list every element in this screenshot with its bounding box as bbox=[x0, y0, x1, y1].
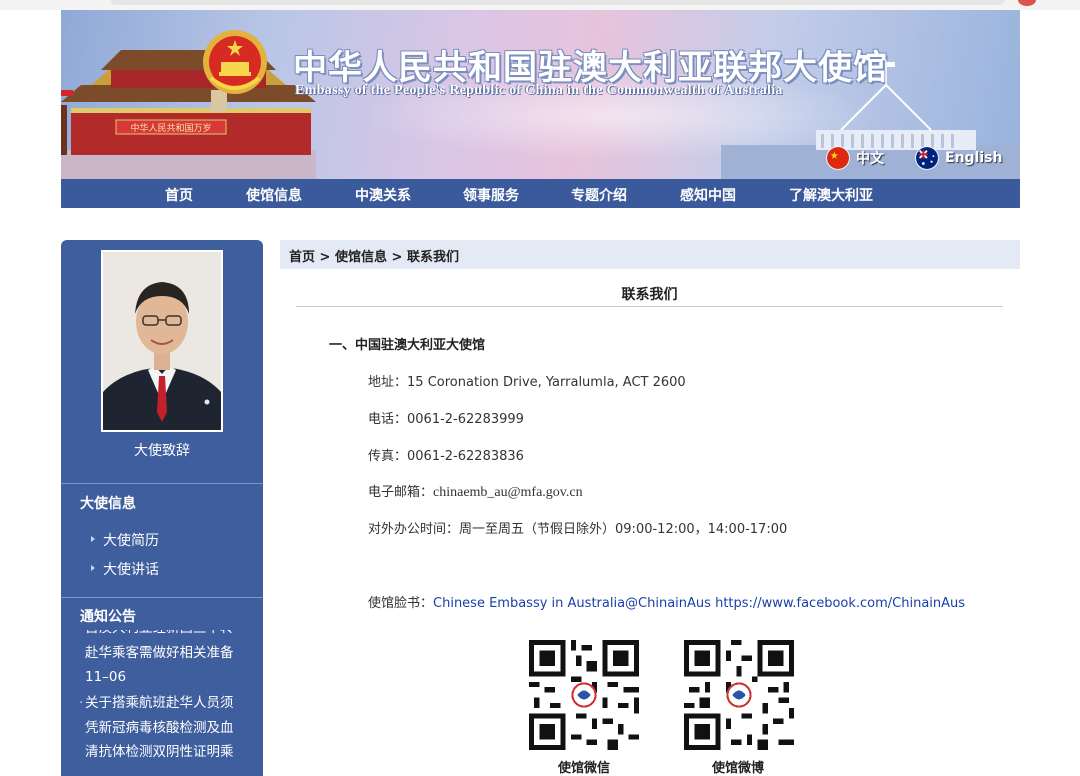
notice-line: 自澳大利亚经新西兰中转 bbox=[85, 630, 257, 641]
hours-value: 周一至周五（节假日除外）09:00-12:00，14:00-17:00 bbox=[459, 522, 788, 537]
email-label: 电子邮箱： bbox=[368, 485, 434, 500]
sidebar-divider bbox=[61, 483, 263, 484]
left-sidebar: 大使致辞 大使信息 大使简历 大使讲话 通知公告 · 自澳大利亚经新西兰中转 赴… bbox=[61, 240, 263, 776]
weibo-qr-code[interactable] bbox=[684, 640, 794, 750]
address-bar[interactable] bbox=[110, 0, 1005, 5]
notice-line: 关于搭乘航班赴华人员须 bbox=[85, 695, 234, 711]
browser-top-bar bbox=[0, 0, 1080, 10]
notice-line: 赴华乘客需做好相关准备 bbox=[85, 644, 234, 661]
sidebar-heading-notices: 通知公告 bbox=[80, 609, 136, 625]
breadcrumb-section[interactable]: 使馆信息 bbox=[335, 250, 387, 265]
hours-row: 对外办公时间：周一至周五（节假日除外）09:00-12:00，14:00-17:… bbox=[368, 518, 787, 537]
main-nav: 首页 使馆信息 中澳关系 领事服务 专题介绍 感知中国 了解澳大利亚 bbox=[61, 179, 1020, 208]
sidebar-link-speeches[interactable]: 大使讲话 bbox=[91, 559, 159, 579]
australia-flag-icon bbox=[915, 146, 939, 170]
hours-label: 对外办公时间： bbox=[368, 522, 460, 537]
facebook-name-link[interactable]: Chinese Embassy in Australia@ChinainAus bbox=[433, 596, 711, 611]
breadcrumb-home[interactable]: 首页 bbox=[289, 250, 315, 265]
facebook-url-link[interactable]: https://www.facebook.com/ChinainAus bbox=[715, 596, 965, 611]
weibo-qr-label: 使馆微博 bbox=[712, 761, 765, 776]
notice-line: 清抗体检测双阴性证明乘 bbox=[85, 744, 234, 760]
triangle-bullet-icon bbox=[91, 536, 95, 542]
national-emblem-icon bbox=[203, 30, 267, 94]
sidebar-link-speeches-label: 大使讲话 bbox=[103, 562, 159, 578]
wechat-qr-code[interactable] bbox=[529, 640, 639, 750]
address-row: 地址：15 Coronation Drive, Yarralumla, ACT … bbox=[368, 371, 686, 390]
address-label: 地址： bbox=[368, 375, 408, 390]
nav-relations[interactable]: 中澳关系 bbox=[355, 185, 411, 205]
site-banner: 中华人民共和国万岁 中华人民共和国驻澳大利亚联邦大使馆 Embassy of t… bbox=[61, 10, 1020, 180]
facebook-label: 使馆脸书： bbox=[368, 596, 434, 611]
china-flag-icon bbox=[826, 146, 850, 170]
nav-china[interactable]: 感知中国 bbox=[680, 185, 736, 205]
dot-bullet-icon: · bbox=[79, 695, 84, 711]
nav-embassy-info[interactable]: 使馆信息 bbox=[246, 185, 302, 205]
lang-en-label: English bbox=[945, 150, 1003, 166]
breadcrumb-current[interactable]: 联系我们 bbox=[407, 250, 459, 265]
ambassador-photo[interactable] bbox=[101, 250, 223, 432]
sidebar-link-resume[interactable]: 大使简历 bbox=[91, 530, 159, 550]
nav-australia[interactable]: 了解澳大利亚 bbox=[789, 185, 873, 205]
notice-list: · 自澳大利亚经新西兰中转 赴华乘客需做好相关准备 11–06 · 关于搭乘航班… bbox=[61, 630, 263, 776]
browser-record-icon[interactable] bbox=[1018, 0, 1036, 6]
phone-label: 电话： bbox=[368, 412, 408, 427]
fax-value: 0061-2-62283836 bbox=[407, 449, 524, 464]
phone-row: 电话：0061-2-62283999 bbox=[368, 408, 524, 427]
tiananmen-gate-icon: 中华人民共和国万岁 bbox=[61, 50, 316, 180]
fax-row: 传真：0061-2-62283836 bbox=[368, 445, 524, 464]
sidebar-heading-ambassador: 大使信息 bbox=[80, 496, 136, 512]
gate-sign: 中华人民共和国万岁 bbox=[130, 122, 211, 134]
fax-label: 传真： bbox=[368, 449, 408, 464]
facebook-row: 使馆脸书：Chinese Embassy in Australia@Chinai… bbox=[368, 592, 965, 611]
lang-switch-en[interactable]: English bbox=[915, 146, 1002, 170]
notice-date: 11–06 bbox=[85, 669, 127, 685]
nav-home[interactable]: 首页 bbox=[165, 185, 193, 205]
dot-bullet-icon: · bbox=[79, 630, 83, 641]
email-value[interactable]: chinaemb_au@mfa.gov.cn bbox=[433, 485, 583, 500]
breadcrumb-separator: > bbox=[386, 250, 407, 265]
nav-consular[interactable]: 领事服务 bbox=[463, 185, 519, 205]
ambassador-speech-link[interactable]: 大使致辞 bbox=[61, 440, 263, 460]
banner-title-en: Embassy of the People's Republic of Chin… bbox=[295, 83, 783, 98]
breadcrumb-separator: > bbox=[315, 250, 335, 265]
ambassador-portrait-icon bbox=[103, 252, 221, 430]
breadcrumb: 首页 > 使馆信息 > 联系我们 bbox=[280, 240, 1020, 269]
sidebar-link-resume-label: 大使简历 bbox=[103, 533, 159, 549]
email-row: 电子邮箱：chinaemb_au@mfa.gov.cn bbox=[368, 481, 583, 501]
title-divider bbox=[296, 306, 1003, 307]
section-heading: 一、中国驻澳大利亚大使馆 bbox=[329, 338, 486, 353]
phone-value: 0061-2-62283999 bbox=[407, 412, 524, 427]
address-value: 15 Coronation Drive, Yarralumla, ACT 260… bbox=[407, 375, 686, 390]
nav-topics[interactable]: 专题介绍 bbox=[571, 185, 627, 205]
notice-line: 凭新冠病毒核酸检测及血 bbox=[85, 719, 234, 736]
page-title: 联系我们 bbox=[621, 287, 678, 303]
wechat-qr-label: 使馆微信 bbox=[558, 761, 611, 776]
lang-cn-label: 中文 bbox=[856, 151, 884, 167]
triangle-bullet-icon bbox=[91, 565, 95, 571]
notice-item[interactable]: · 自澳大利亚经新西兰中转 赴华乘客需做好相关准备 11–06 bbox=[79, 630, 257, 690]
sidebar-divider bbox=[61, 597, 263, 598]
notice-item[interactable]: · 关于搭乘航班赴华人员须 凭新冠病毒核酸检测及血 清抗体检测双阴性证明乘 bbox=[79, 691, 257, 765]
lang-switch-cn[interactable]: 中文 bbox=[826, 146, 884, 170]
